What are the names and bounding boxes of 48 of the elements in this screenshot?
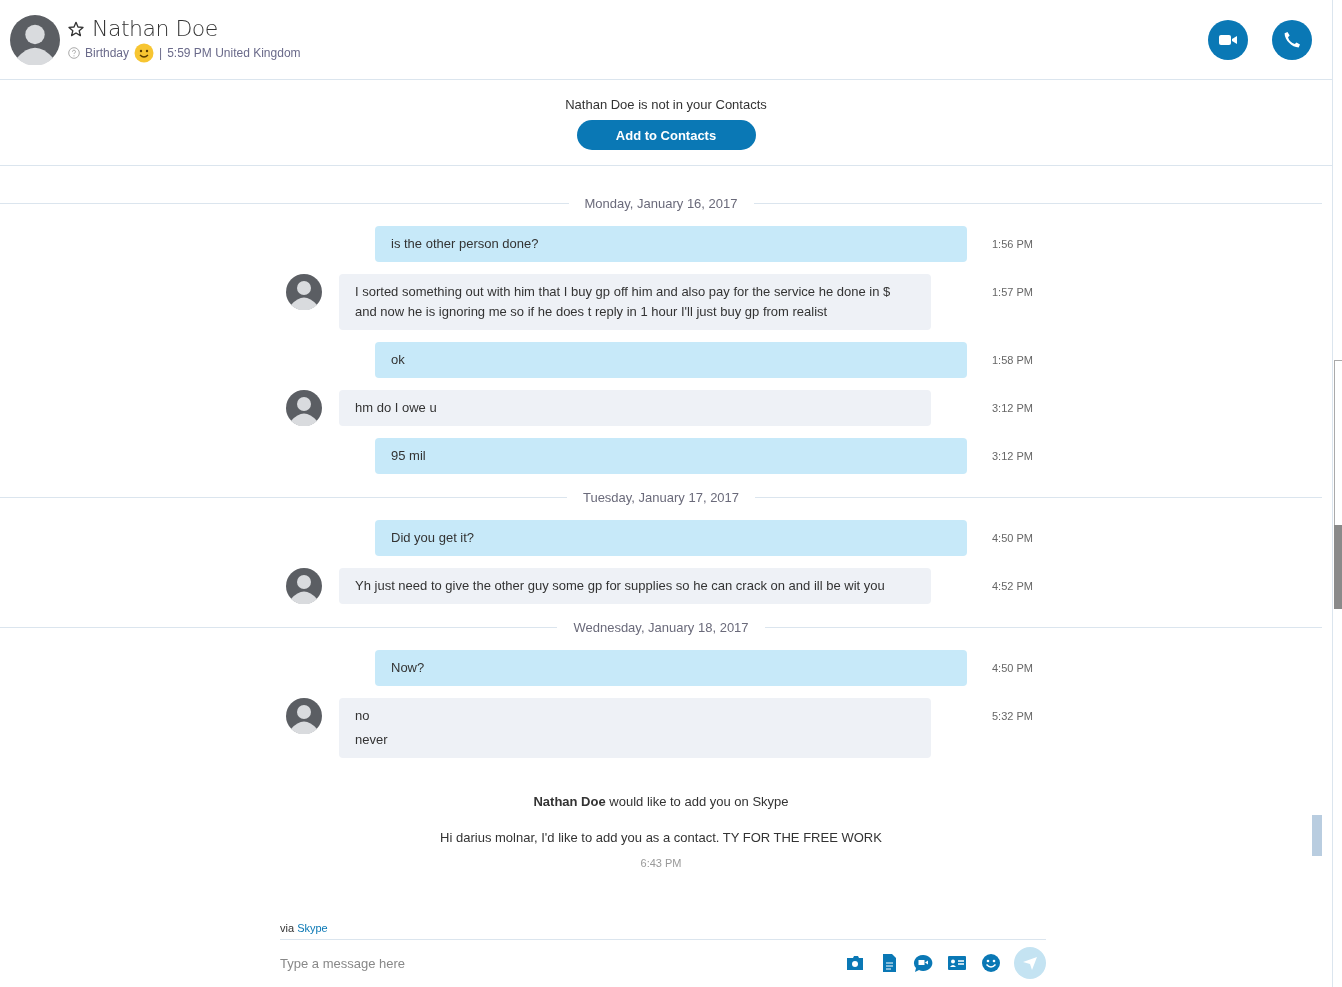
message-time: 1:57 PM	[992, 285, 1034, 300]
contact-request-message: Hi darius molnar, I'd like to add you as a contact. TY FOR THE FREE WORK	[440, 830, 882, 845]
message-time: 3:12 PM	[992, 401, 1034, 416]
avatar	[286, 274, 322, 310]
sent-message: Did you get it?	[375, 520, 967, 556]
status-message: Birthday	[85, 46, 130, 60]
call-button[interactable]	[1272, 19, 1312, 60]
message-time: 4:50 PM	[992, 661, 1034, 676]
message-time: 4:50 PM	[992, 531, 1034, 546]
add-to-contacts-button[interactable]: Add to Contacts	[576, 120, 756, 150]
video-message-icon[interactable]	[912, 952, 934, 974]
contact-request-title: Nathan Doe would like to add you on Skype	[533, 794, 789, 809]
phone-icon	[1282, 29, 1302, 50]
received-message: hm do I owe u	[339, 390, 931, 426]
avatar	[10, 14, 60, 65]
local-time: 5:59 PM United Kingdom	[167, 46, 301, 60]
scrollbar-thumb[interactable]	[1334, 525, 1342, 609]
sent-message: Now?	[375, 650, 967, 686]
message-time: 5:32 PM	[992, 709, 1034, 724]
skype-link[interactable]: Skype	[297, 922, 328, 934]
message-time: 1:58 PM	[992, 353, 1034, 368]
avatar	[286, 568, 322, 604]
video-camera-icon	[1218, 32, 1238, 47]
date-divider: Monday, January 16, 2017	[583, 195, 739, 211]
message-time: 4:52 PM	[992, 579, 1034, 594]
via-text: via Skype	[280, 922, 329, 936]
message-time: 6:43 PM	[640, 857, 682, 869]
avatar	[286, 390, 322, 426]
avatar	[286, 698, 322, 734]
message-time: 1:56 PM	[992, 237, 1034, 252]
sent-message: is the other person done?	[375, 226, 967, 262]
notice-text: Nathan Doe is not in your Contacts	[565, 97, 767, 112]
sent-message: 95 mil	[375, 438, 967, 474]
emoji-icon[interactable]	[980, 952, 1002, 974]
favorite-star-icon[interactable]	[68, 20, 84, 37]
smiley-icon	[134, 43, 155, 63]
received-message: Yh just need to give the other guy some gp for supplies so he can crack on and ill be wit you	[339, 568, 931, 604]
message-time: 3:12 PM	[992, 449, 1034, 464]
scrollbar-thumb[interactable]	[1312, 815, 1322, 856]
date-divider: Tuesday, January 17, 2017	[581, 489, 741, 505]
contact-name: Nathan Doe	[92, 16, 218, 41]
date-divider: Wednesday, January 18, 2017	[572, 619, 750, 635]
divider-mark: |	[159, 46, 163, 60]
received-message: no never	[339, 698, 931, 758]
received-message: I sorted something out with him that I buy gp off him and also pay for the service he done in $ and now he is ignoring me so if he does t reply in 1 hour I'll just buy gp from realist	[339, 274, 931, 330]
sent-message: ok	[375, 342, 967, 378]
video-call-button[interactable]	[1208, 19, 1248, 60]
paper-plane-icon	[1022, 955, 1038, 971]
